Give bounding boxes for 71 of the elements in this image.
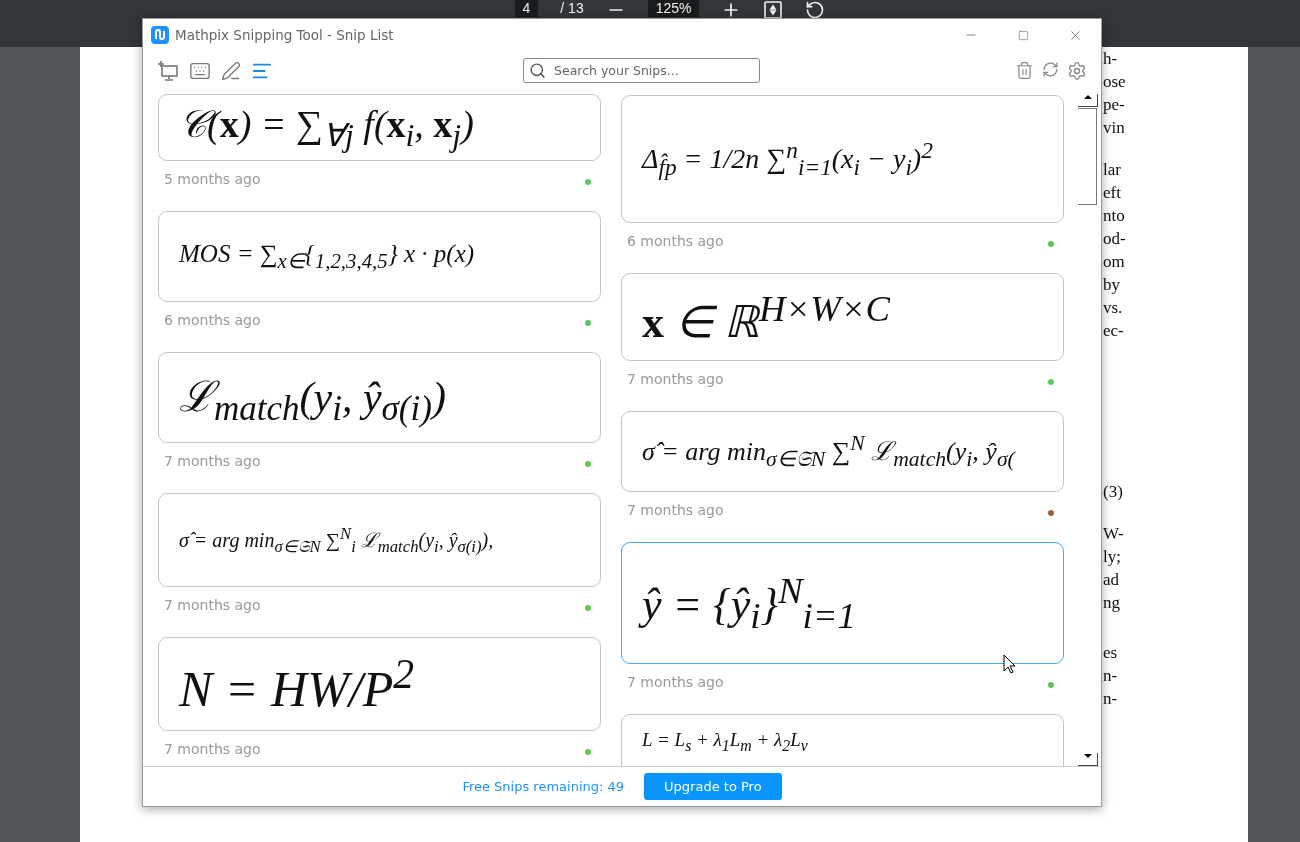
snip-card[interactable]: σ̂ = arg min$_{σ∈𝔖N}$ ∑$^{N}$ ℒ$_{match}$(y$_{i}$, ŷ$_{σ(}$ (621, 411, 1064, 492)
timestamp: 7 months ago (164, 453, 262, 469)
formula: σ̂ = arg min$_{σ∈𝔖N}$ ∑$^{N}$$_{i}$ ℒ$_{match}$(y$_{i}$, ŷ$_{σ(i)}$), (179, 523, 494, 557)
page-text-line: ose (1103, 71, 1127, 93)
page-text-line: vs. (1103, 297, 1124, 319)
timestamp: 6 months ago (164, 312, 262, 328)
page-text-line: eft (1103, 182, 1122, 204)
page-text-line: ec- (1103, 320, 1125, 342)
page-text-line: W- (1103, 523, 1125, 545)
formula: ℒ$_{match}$(y$_{i}$, ŷ$_{σ(i)}$) (179, 372, 446, 430)
app-logo-icon (151, 26, 169, 44)
refresh-icon[interactable] (1042, 61, 1059, 78)
page-text-line: (3) (1103, 481, 1124, 503)
snip-card[interactable]: MOS = ∑$_{x∈}${$_{1,2,3,4,5}$} x · p(x) (158, 211, 601, 302)
snip-card[interactable]: 𝒞(x) = ∑$_{∀j}$ f(x$_{i}$, x$_{j}$) (158, 94, 601, 161)
keyboard-icon (189, 60, 211, 82)
page-count: / 13 (560, 0, 584, 17)
pen-icon (221, 61, 241, 81)
timestamp: 7 months ago (164, 597, 262, 613)
page-text-line: pe- (1103, 94, 1126, 116)
scroll-down-icon[interactable] (1083, 753, 1092, 759)
page-text-line: ad (1103, 569, 1121, 591)
formula: N = HW/P$^{2}$ (179, 650, 415, 718)
tool-button[interactable] (157, 60, 179, 82)
page-text-line: vin (1103, 117, 1126, 139)
snip-card[interactable]: N = HW/P$^{2}$ (158, 637, 601, 731)
fit-page-icon[interactable] (763, 0, 784, 20)
page-text-line: nto (1103, 205, 1126, 227)
trash-icon[interactable] (1015, 61, 1034, 80)
scrollbar-thumb[interactable] (1078, 108, 1097, 205)
formula: 𝒞(x) = ∑$_{∀j}$ f(x$_{i}$, x$_{j}$) (179, 101, 474, 154)
cursor-icon (1003, 654, 1016, 674)
formula: σ̂ = arg min$_{σ∈𝔖N}$ ∑$^{N}$ ℒ$_{match}$(y$_{i}$, ŷ$_{σ(}$ (642, 431, 1015, 472)
rotate-icon[interactable] (805, 0, 826, 20)
timestamp: 7 months ago (627, 502, 725, 518)
tool-button[interactable] (221, 61, 241, 81)
page-number-field[interactable]: 4 (514, 0, 539, 17)
scroll-up-icon[interactable] (1083, 94, 1092, 100)
settings-icon[interactable] (1067, 61, 1087, 81)
page-text-line: om (1103, 251, 1126, 273)
timestamp: 7 months ago (627, 371, 725, 387)
snip-card[interactable]: x ∈ ℝ$^{H×W×C}$ (621, 273, 1064, 361)
page-text-line: n- (1103, 665, 1119, 687)
search-field[interactable]: Search your Snips... (523, 58, 760, 83)
zoom-field[interactable]: 125% (647, 0, 700, 17)
page-text-line: lar (1103, 159, 1122, 181)
maximize-icon[interactable] (1017, 29, 1029, 41)
page-text-line: by (1103, 274, 1121, 296)
page-text-line: od- (1103, 228, 1127, 250)
page-text-line: ly; (1103, 546, 1122, 568)
formula: Δ$_{f̂p}$ = 1/2n ∑$^{n}$$_{i=1}$(x$_{i}$ − y$_{i}$)$^{2}$ (642, 137, 933, 181)
page-text-line: n- (1103, 688, 1119, 710)
tool-button[interactable] (189, 60, 211, 82)
window-title: Mathpix Snipping Tool - Snip List (175, 27, 395, 43)
search-icon (529, 62, 546, 79)
page-text-line: ng (1103, 592, 1121, 614)
timestamp: 7 months ago (627, 674, 725, 690)
snip-card[interactable]: ℒ$_{match}$(y$_{i}$, ŷ$_{σ(i)}$) (158, 352, 601, 443)
formula: x ∈ ℝ$^{H×W×C}$ (642, 286, 890, 348)
snips-remaining-text: Free Snips remaining: 49 (462, 779, 625, 794)
page-text-line: h- (1103, 48, 1119, 70)
formula: L = L$_{s}$ + λ$_{1}$L$_{m}$ + λ$_{2}$L$_{v}$ (642, 729, 808, 755)
screen-capture-icon (157, 60, 179, 82)
timestamp: 6 months ago (627, 233, 725, 249)
snip-card[interactable]: σ̂ = arg min$_{σ∈𝔖N}$ ∑$^{N}$$_{i}$ ℒ$_{match}$(y$_{i}$, ŷ$_{σ(i)}$), (158, 493, 601, 587)
formula: MOS = ∑$_{x∈}${$_{1,2,3,4,5}$} x · p(x) (179, 239, 475, 274)
page-text-line: es (1103, 642, 1119, 664)
timestamp: 5 months ago (164, 171, 262, 187)
snip-card[interactable]: L = L$_{s}$ + λ$_{1}$L$_{m}$ + λ$_{2}$L$_{v}$ (621, 714, 1064, 766)
snip-card[interactable]: Δ$_{f̂p}$ = 1/2n ∑$^{n}$$_{i=1}$(x$_{i}$ − y$_{i}$)$^{2}$ (621, 95, 1064, 223)
timestamp: 7 months ago (164, 741, 262, 757)
